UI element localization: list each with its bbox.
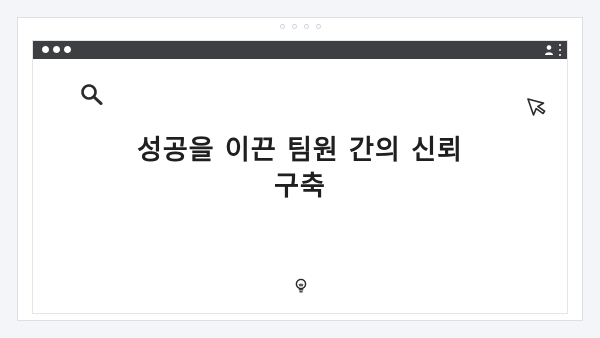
window-control-dot[interactable]	[64, 46, 71, 53]
lightbulb-icon	[295, 278, 307, 293]
headline-line-2: 구축	[274, 171, 326, 202]
window-control-dot[interactable]	[53, 46, 60, 53]
search-icon[interactable]	[80, 83, 106, 107]
window-control-dot[interactable]	[42, 46, 49, 53]
more-vertical-icon[interactable]	[559, 44, 562, 56]
card-pagination-dots	[18, 24, 582, 29]
cursor-pointer-icon	[527, 98, 546, 116]
browser-window: 성공을 이끈 팀원 간의 신뢰 구축	[32, 40, 568, 314]
pagination-dot	[303, 24, 309, 29]
browser-titlebar	[33, 41, 567, 59]
user-profile-icon[interactable]	[544, 44, 554, 56]
pagination-dot	[279, 24, 285, 29]
page-headline: 성공을 이끈 팀원 간의 신뢰 구축	[33, 133, 567, 205]
window-controls	[42, 46, 71, 53]
headline-line-1: 성공을 이끈 팀원 간의 신뢰	[137, 135, 463, 166]
pagination-dot	[315, 24, 321, 29]
pagination-dot	[291, 24, 297, 29]
